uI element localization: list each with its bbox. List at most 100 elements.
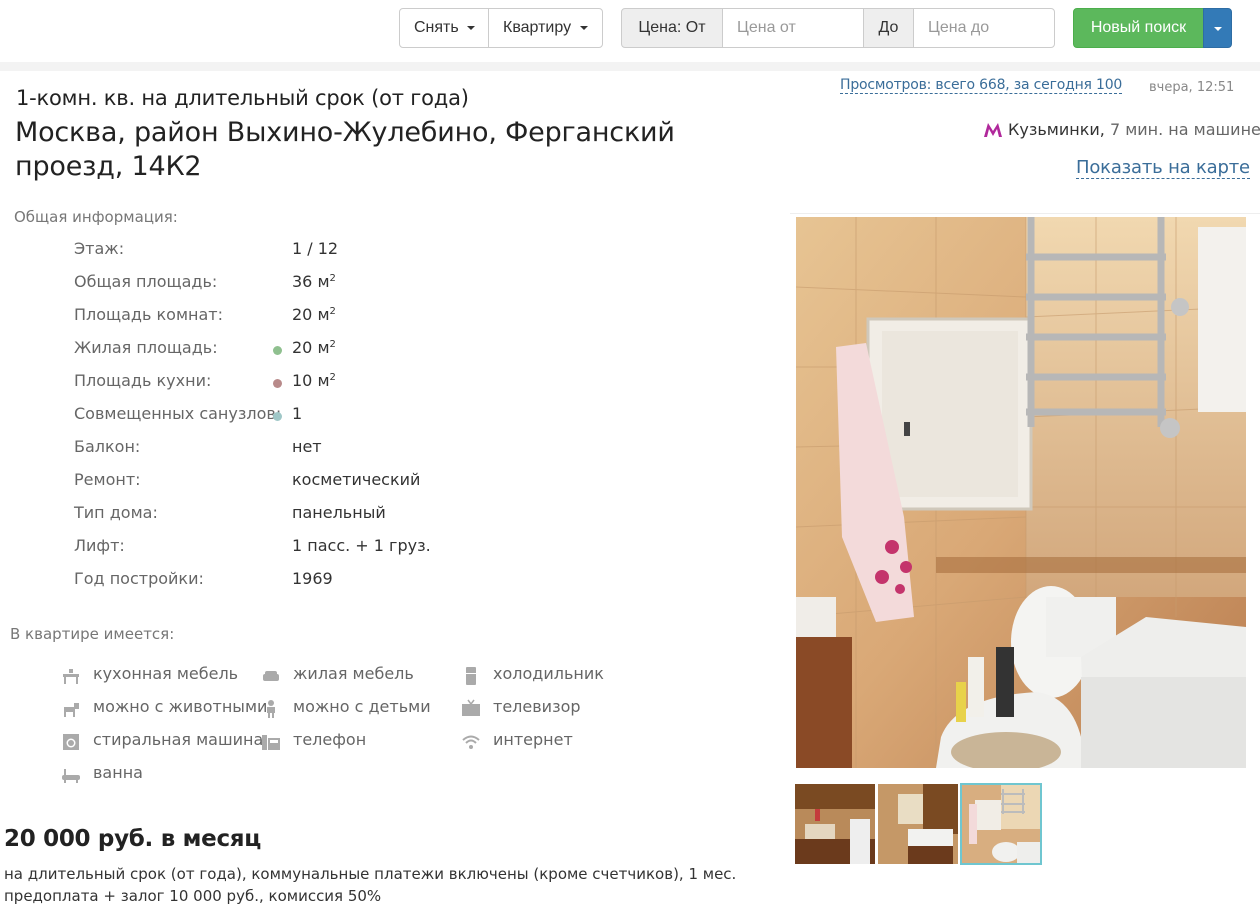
amenity-label: можно с животными — [93, 697, 268, 716]
info-value: косметический — [292, 470, 420, 489]
info-value: 36 м2 — [292, 272, 336, 291]
sofa-icon — [261, 666, 281, 686]
info-label: Ремонт: — [74, 470, 141, 489]
unit-superscript: 2 — [329, 339, 336, 350]
photo-thumbnail[interactable] — [878, 784, 958, 864]
unit-superscript: 2 — [329, 306, 336, 317]
metro-info: Кузьминки, 7 мин. на машине — [984, 120, 1260, 141]
info-value: 1969 — [292, 569, 333, 588]
amenity-label: ванна — [93, 763, 143, 782]
bathtub-icon — [61, 765, 81, 785]
photo-thumbnail-active[interactable] — [960, 783, 1042, 865]
info-label: Площадь кухни: — [74, 371, 212, 390]
publish-date: вчера, 12:51 — [1149, 80, 1235, 95]
info-value: панельный — [292, 503, 386, 522]
info-value: 1 пасс. + 1 груз. — [292, 536, 431, 555]
legend-dot-icon — [273, 379, 282, 388]
amenity-label: жилая мебель — [293, 664, 414, 683]
info-row: Год постройки: 1969 — [74, 569, 554, 593]
pet-icon — [61, 699, 81, 719]
info-value-text: нет — [292, 437, 322, 456]
price-from-label: Цена: От — [621, 8, 723, 48]
amenity-label: телевизор — [493, 697, 581, 716]
chevron-down-icon — [579, 25, 588, 30]
chevron-down-icon — [1214, 27, 1222, 31]
info-row: Тип дома: панельный — [74, 503, 554, 527]
info-row: Балкон: нет — [74, 437, 554, 461]
washing-machine-icon — [61, 732, 81, 752]
amenity-label: стиральная машина — [93, 730, 264, 749]
info-value-text: панельный — [292, 503, 386, 522]
info-value-text: косметический — [292, 470, 421, 489]
price-amount: 20 000 руб. в месяц — [4, 826, 262, 852]
fridge-icon — [461, 666, 481, 686]
phone-icon — [261, 732, 281, 752]
price-from-input[interactable] — [722, 8, 864, 48]
info-value-text: 20 м — [292, 338, 330, 357]
legend-dot-icon — [273, 346, 282, 355]
info-label: Совмещенных санузлов: — [74, 404, 282, 423]
info-row: Жилая площадь: 20 м2 — [74, 338, 554, 362]
info-value: нет — [292, 437, 322, 456]
property-type-dropdown[interactable]: Квартиру — [488, 8, 603, 48]
deal-type-dropdown[interactable]: Снять — [399, 8, 489, 48]
metro-m-icon — [984, 122, 1002, 141]
info-value-text: 1 / 12 — [292, 239, 339, 258]
info-value: 1 / 12 — [292, 239, 338, 258]
info-label: Лифт: — [74, 536, 125, 555]
legend-dot-icon — [273, 412, 282, 421]
info-row: Площадь кухни: 10 м2 — [74, 371, 554, 395]
unit-superscript: 2 — [329, 273, 336, 284]
info-value-text: 1 — [292, 404, 303, 423]
info-row: Общая площадь: 36 м2 — [74, 272, 554, 296]
main-photo[interactable] — [796, 217, 1246, 768]
amenity-label: можно с детьми — [293, 697, 431, 716]
deal-type-label: Снять — [414, 19, 459, 36]
info-value: 1 — [292, 404, 302, 423]
amenity-label: кухонная мебель — [93, 664, 239, 683]
info-label: Балкон: — [74, 437, 141, 456]
views-counter-link[interactable]: Просмотров: всего 668, за сегодня 100 — [840, 77, 1122, 94]
amenity-label: интернет — [493, 730, 573, 749]
info-value-text: 20 м — [292, 305, 330, 324]
info-value: 20 м2 — [292, 305, 336, 324]
info-row: Ремонт: косметический — [74, 470, 554, 494]
show-map-link[interactable]: Показать на карте — [1076, 157, 1250, 179]
info-label: Общая площадь: — [74, 272, 218, 291]
search-bar: Снять Квартиру Цена: От До Новый поиск — [0, 0, 1260, 62]
info-label: Год постройки: — [74, 569, 204, 588]
chevron-down-icon — [467, 25, 476, 30]
amenities-title: В квартире имеется: — [10, 625, 175, 643]
info-label: Этаж: — [74, 239, 125, 258]
metro-station: Кузьминки, — [1008, 120, 1105, 139]
new-search-button[interactable]: Новый поиск — [1073, 8, 1204, 48]
price-description: на длительный срок (от года), коммунальн… — [4, 865, 737, 905]
general-info-title: Общая информация: — [14, 208, 178, 226]
photo-divider — [790, 213, 1260, 214]
wifi-icon — [461, 732, 481, 752]
info-value-text: 1 пасс. + 1 груз. — [292, 536, 431, 555]
info-row: Совмещенных санузлов: 1 — [74, 404, 554, 428]
info-value-text: 10 м — [292, 371, 330, 390]
info-value: 20 м2 — [292, 338, 336, 357]
info-label: Площадь комнат: — [74, 305, 223, 324]
info-row: Площадь комнат: 20 м2 — [74, 305, 554, 329]
unit-superscript: 2 — [329, 372, 336, 383]
photo-thumbnail[interactable] — [795, 784, 875, 864]
topbar-divider — [0, 62, 1260, 71]
info-label: Жилая площадь: — [74, 338, 218, 357]
price-to-input[interactable] — [913, 8, 1055, 48]
property-type-label: Квартиру — [503, 19, 572, 36]
info-value-text: 36 м — [292, 272, 330, 291]
search-options-dropdown[interactable] — [1203, 8, 1232, 48]
amenity-label: телефон — [293, 730, 367, 749]
price-to-label: До — [863, 8, 914, 48]
info-row: Лифт: 1 пасс. + 1 груз. — [74, 536, 554, 560]
info-value-text: 1969 — [292, 569, 333, 588]
listing-address: Москва, район Выхино-Жулебино, Фергански… — [15, 117, 675, 182]
listing-subtitle: 1-комн. кв. на длительный срок (от года) — [16, 86, 469, 110]
info-row: Этаж: 1 / 12 — [74, 239, 554, 263]
metro-time: 7 мин. на машине — [1109, 120, 1260, 139]
child-icon — [261, 699, 281, 719]
kitchen-furniture-icon — [61, 666, 81, 686]
